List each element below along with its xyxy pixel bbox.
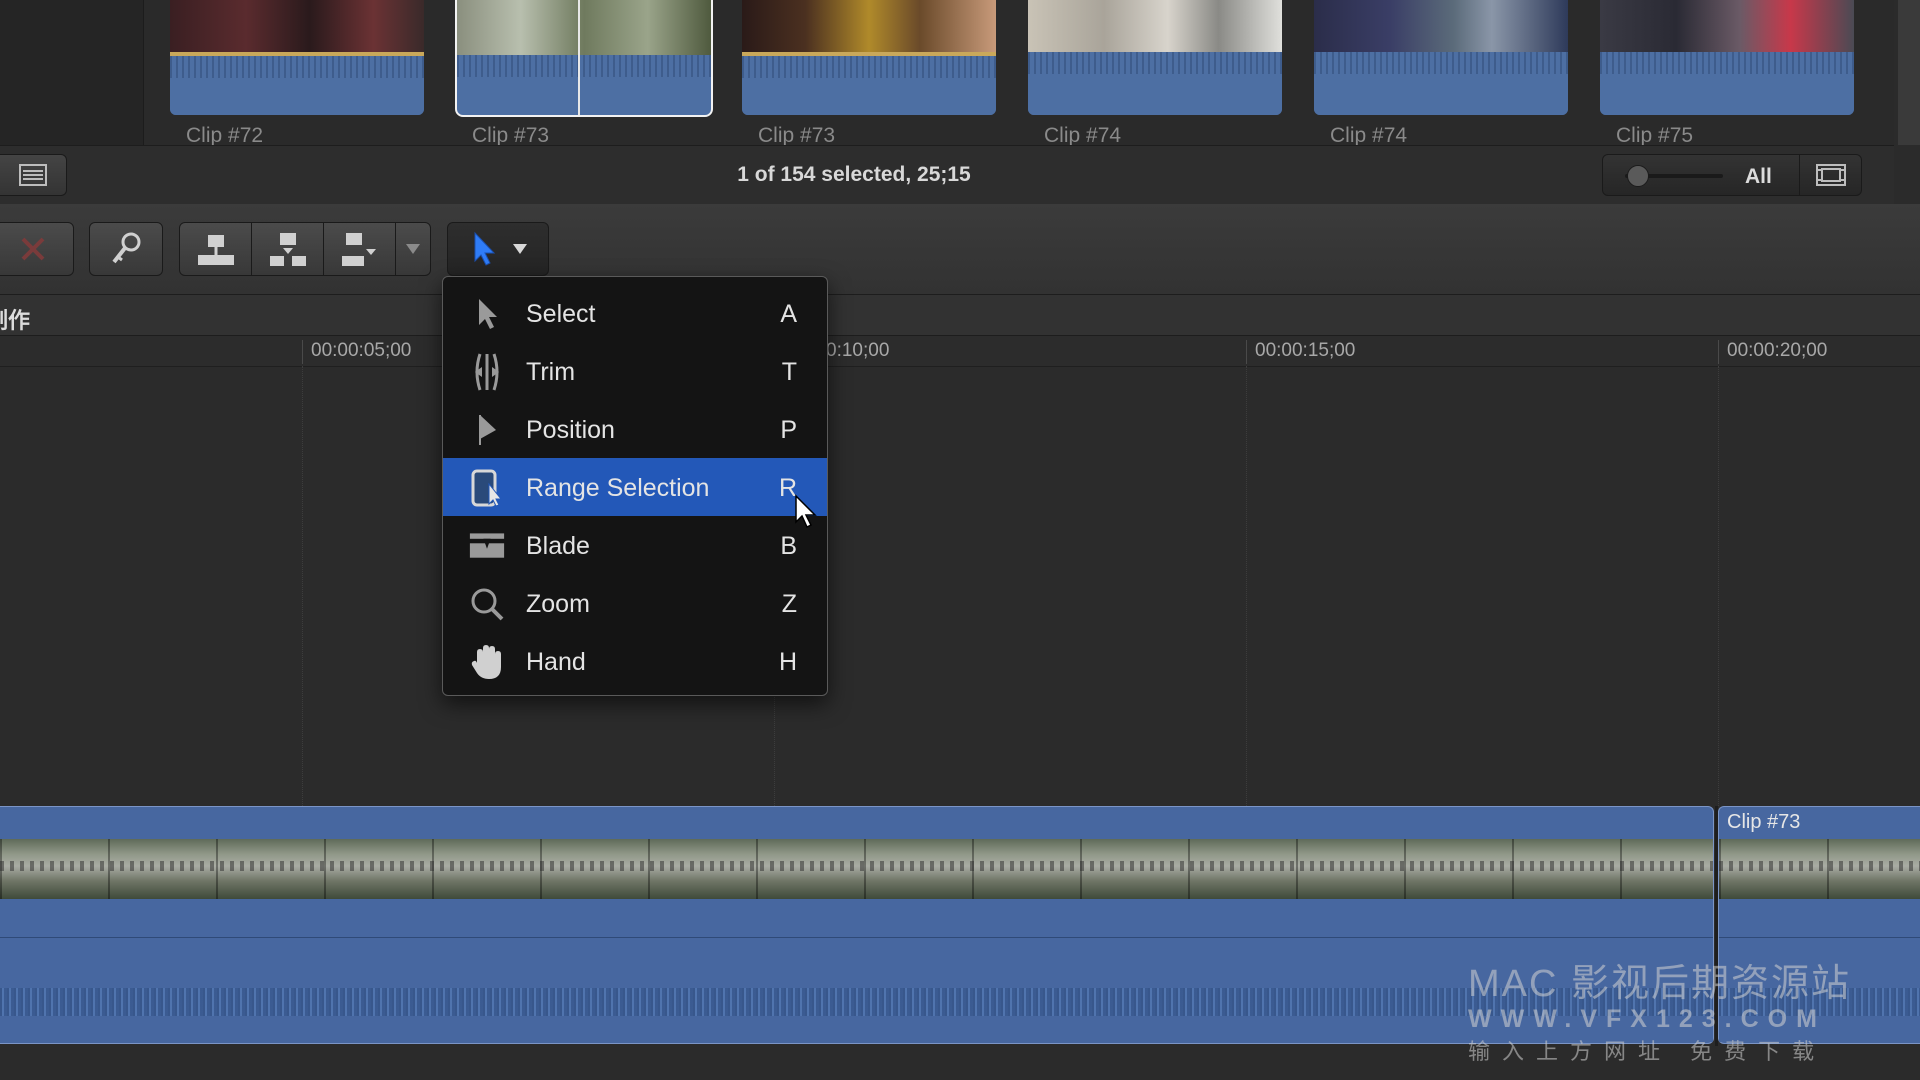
toolbar [0,204,1920,295]
ruler-tick-label: 0:10;00 [826,340,890,361]
reject-button[interactable] [0,222,74,276]
clip-thumbnail-selected[interactable] [455,0,713,117]
clip-header [0,807,1713,837]
menu-item-label: Position [526,416,615,444]
clip-thumbnail[interactable] [1314,0,1568,115]
audio-waveform [1314,52,1568,115]
thumbnail-image [1314,0,1568,55]
clip-size-slider-knob[interactable] [1627,165,1649,187]
audio-waveform [1028,52,1282,115]
menu-item-label: Zoom [526,590,590,618]
append-icon [342,233,376,266]
menu-item-shortcut: P [780,416,797,444]
menu-item-label: Blade [526,532,590,560]
edit-options-dropdown[interactable] [395,222,431,276]
audio-waveform [170,56,424,115]
skimmer-playhead[interactable] [578,0,580,115]
clip-thumbnail[interactable] [1028,0,1282,115]
menu-item-position[interactable]: Position P [443,400,827,458]
mouse-cursor-icon [795,494,817,529]
filmstrip-icon [1816,164,1846,186]
menu-item-shortcut: H [778,648,797,676]
clip-filmstrip [1719,839,1920,899]
thumbnail-image [742,0,996,55]
clip-zoom-control: All [1602,154,1862,196]
timeline-clip[interactable] [0,806,1714,1044]
menu-item-hand[interactable]: Hand H [443,632,827,690]
menu-item-label: Select [526,300,596,328]
clip-appearance-button[interactable] [1799,155,1862,195]
blade-icon [469,528,505,564]
tools-menu: Select A Trim T Position P Range Selecti… [442,276,828,696]
audio-waveform [1600,52,1854,115]
timeline-gridline [1246,366,1247,806]
timeline-header: 制作 [0,295,1920,336]
menu-item-label: Range Selection [526,474,710,502]
clip-header: Clip #73 [1719,807,1920,837]
tools-popup-button[interactable] [447,222,549,276]
watermark: MAC 影视后期资源站 WWW.VFX123.COM 输入上方网址 免费下载 [1468,952,1851,1066]
ruler-tick-label: 00:00:15;00 [1246,340,1355,364]
timeline-ruler[interactable]: 00:00:05;00 0:10;00 00:00:15;00 00:00:20… [0,336,1920,367]
connect-icon [198,235,234,265]
thumbnail-image [1600,0,1854,55]
edit-options-chevron-icon [406,244,420,254]
thumbnail-image [457,0,711,55]
audio-waveform [457,55,711,115]
clip-filmstrip [0,839,1713,899]
menu-item-shortcut: Z [781,590,797,618]
viewer-edge [1898,0,1920,145]
select-tool-icon [474,231,496,266]
event-browser: Clip #72 Clip #73 Clip #73 Clip #74 Clip… [0,0,1894,147]
tool-menu-chevron-icon [513,244,527,254]
ruler-tick-label: 00:00:20;00 [1718,340,1827,364]
magnifier-icon [469,586,505,622]
menu-item-zoom[interactable]: Zoom Z [443,574,827,632]
insert-button[interactable] [251,222,325,276]
trim-icon [469,353,505,391]
browser-left-gutter [0,0,144,145]
menu-item-range-selection[interactable]: Range Selection R [443,458,827,516]
clip-thumbnail[interactable] [170,0,424,115]
hand-icon [469,644,505,680]
timeline-gridline [1718,366,1719,806]
menu-item-label: Trim [526,358,576,386]
watermark-line-2: WWW.VFX123.COM [1468,1005,1826,1033]
selection-status: 1 of 154 selected, 25;15 [737,163,971,186]
menu-item-shortcut: T [781,358,797,386]
menu-item-trim[interactable]: Trim T [443,342,827,400]
clip-thumbnail[interactable] [742,0,996,115]
watermark-line-1: MAC 影视后期资源站 [1468,963,1852,1005]
timeline-gridline [302,366,303,806]
reject-icon [21,237,45,261]
thumbnail-image [1028,0,1282,55]
range-selection-icon [469,469,505,507]
keyword-icon [112,232,141,264]
clip-name: Clip #73 [1727,811,1801,833]
menu-item-blade[interactable]: Blade B [443,516,827,574]
keyword-button[interactable] [89,222,163,276]
clip-audio-waveform [0,937,1713,1042]
position-icon [469,412,505,448]
clip-thumbnail[interactable] [1600,0,1854,115]
browser-status-bar: 1 of 154 selected, 25;15 All [0,145,1894,205]
menu-item-shortcut: B [780,532,797,560]
insert-icon [270,233,306,266]
menu-item-shortcut: A [780,300,797,328]
watermark-line-3: 输入上方网址 免费下载 [1468,1039,1827,1064]
audio-waveform [742,56,996,115]
menu-item-label: Hand [526,648,586,676]
menu-item-select[interactable]: Select A [443,284,827,342]
duration-all-label[interactable]: All [1745,165,1772,189]
project-title: 制作 [0,308,31,333]
ruler-tick-label: 00:00:05;00 [302,340,411,364]
arrow-icon [469,296,505,332]
connect-button[interactable] [179,222,253,276]
append-button[interactable] [323,222,397,276]
thumbnail-image [170,0,424,55]
